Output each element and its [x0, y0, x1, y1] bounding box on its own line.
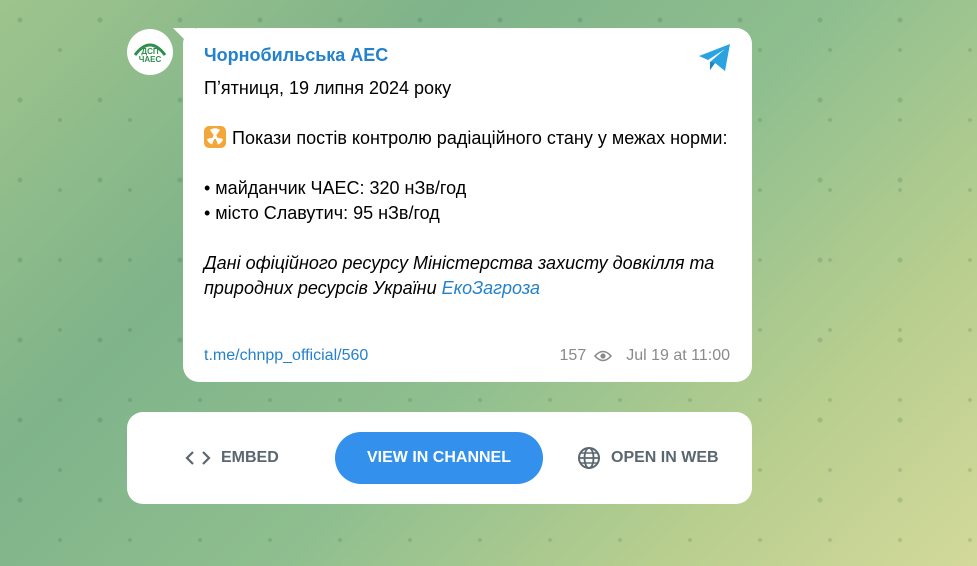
message-meta: t.me/chnpp_official/560 157 Jul 19 at 11…	[204, 346, 730, 366]
embed-button[interactable]: EMBED	[185, 432, 279, 484]
svg-text:ЧАЕС: ЧАЕС	[139, 55, 162, 64]
radioactive-icon	[204, 126, 226, 148]
open-in-web-button[interactable]: OPEN IN WEB	[577, 432, 719, 484]
bullet-slavutych-value: 95 нЗв/год	[353, 203, 440, 223]
bullet-chaes-value: 320 нЗв/год	[369, 178, 467, 198]
view-in-channel-label: VIEW IN CHANNEL	[367, 449, 511, 466]
source-note: Дані офіційного ресурсу Міністерства зах…	[204, 251, 730, 301]
globe-icon	[578, 447, 600, 469]
message-bubble: Чорнобильська АЕС Пʼятниця, 19 липня 202…	[183, 28, 752, 382]
bullet-chaes-label: • майданчик ЧАЕС:	[204, 178, 370, 198]
ecozagroza-link[interactable]: ЕкоЗагроза	[442, 278, 540, 298]
view-in-channel-button[interactable]: VIEW IN CHANNEL	[335, 432, 543, 484]
intro-text: Покази постів контролю радіаційного стан…	[232, 128, 728, 148]
view-count: 157	[559, 347, 587, 364]
telegram-icon[interactable]	[698, 43, 732, 73]
timestamp: Jul 19 at 11:00	[626, 347, 730, 364]
bullet-slavutych: • місто Славутич: 95 нЗв/год	[204, 201, 730, 226]
embed-label: EMBED	[221, 449, 279, 466]
channel-name[interactable]: Чорнобильська АЕС	[204, 44, 730, 66]
meta-right: 157 Jul 19 at 11:00	[560, 346, 730, 366]
eye-icon	[594, 350, 613, 362]
code-icon	[185, 451, 211, 465]
chnpp-logo: ДСП ЧАЕС	[128, 30, 172, 74]
bullet-chaes: • майданчик ЧАЕС: 320 нЗв/год	[204, 176, 730, 201]
post-link[interactable]: t.me/chnpp_official/560	[204, 346, 368, 366]
action-bar: EMBED VIEW IN CHANNEL OPEN IN WEB	[127, 412, 752, 504]
message-text: Пʼятниця, 19 липня 2024 року Покази пост…	[204, 76, 730, 301]
intro-line: Покази постів контролю радіаційного стан…	[204, 126, 730, 151]
open-in-web-label: OPEN IN WEB	[611, 449, 719, 466]
channel-avatar[interactable]: ДСП ЧАЕС	[127, 29, 173, 75]
date-line: Пʼятниця, 19 липня 2024 року	[204, 78, 452, 98]
bullet-slavutych-label: • місто Славутич:	[204, 203, 354, 223]
